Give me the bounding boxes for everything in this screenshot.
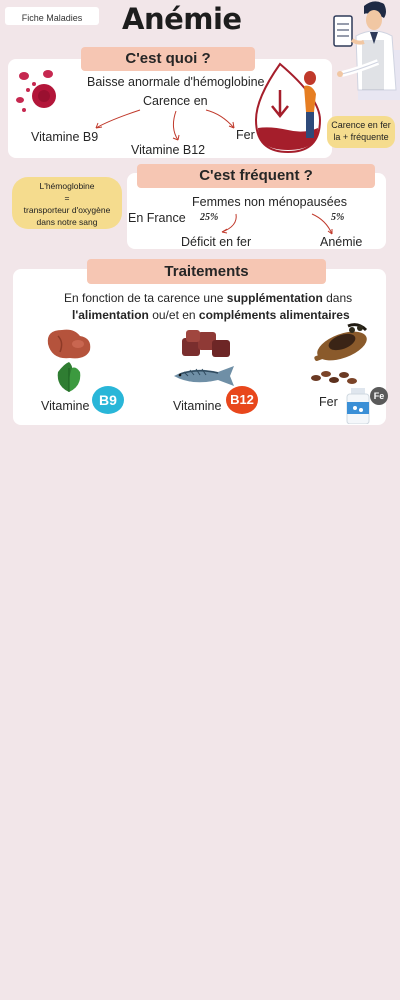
treatment-line-2-a: l'alimentation (72, 308, 149, 322)
section-heading-treatment: Traitements (87, 259, 326, 284)
treatment-line-1-c: dans (322, 291, 353, 305)
b12-treatment-label: Vitamine (173, 399, 222, 413)
mackerel-icon (174, 366, 234, 386)
spinach-icon (57, 362, 81, 392)
treatment-line-1-b: supplémentation (226, 291, 323, 305)
liver-icon (47, 329, 91, 359)
frequency-arrows (221, 213, 333, 235)
supplement-bottle-icon (346, 388, 370, 424)
b9-treatment-label: Vitamine (41, 399, 90, 413)
beef-cubes-icon (182, 330, 230, 357)
b9-badge: B9 (92, 386, 124, 414)
cocoa-board-icon (314, 323, 368, 361)
b12-badge: B12 (226, 386, 258, 414)
fe-badge-text: Fe (373, 391, 385, 401)
treatment-line-2: l'alimentation ou/et en compléments alim… (72, 308, 350, 322)
beans-icon (311, 371, 357, 384)
b9-badge-text: B9 (99, 392, 117, 408)
treatment-line-2-b: ou/et en (148, 308, 199, 322)
b12-badge-text: B12 (230, 392, 254, 407)
iron-treatment-label: Fer (319, 395, 338, 409)
fe-badge: Fe (370, 387, 388, 405)
treatment-line-1-a: En fonction de ta carence une (64, 291, 227, 305)
treatment-line-1: En fonction de ta carence une supplément… (64, 291, 352, 305)
